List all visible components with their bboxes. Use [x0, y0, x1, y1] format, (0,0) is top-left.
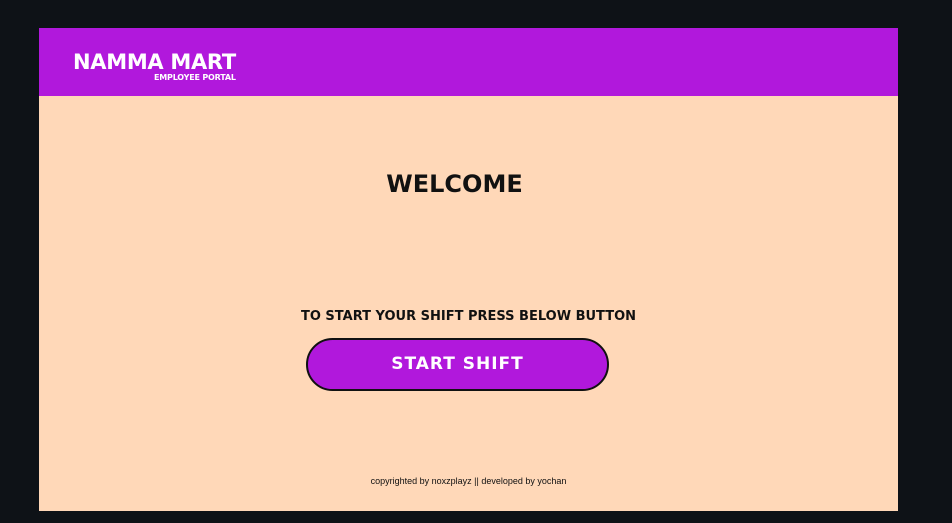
- footer-credits: copyrighted by noxzplayz || developed by…: [370, 476, 567, 486]
- brand-subtitle: EMPLOYEE PORTAL: [154, 73, 236, 82]
- portal-page: NAMMA MART EMPLOYEE PORTAL WELCOME TO ST…: [39, 28, 898, 511]
- brand-name: NAMMA MART: [73, 50, 236, 74]
- shift-instruction: TO START YOUR SHIFT PRESS BELOW BUTTON: [300, 309, 637, 324]
- header-bar: NAMMA MART EMPLOYEE PORTAL: [39, 28, 898, 96]
- start-shift-button[interactable]: START SHIFT: [306, 338, 609, 391]
- welcome-heading: WELCOME: [386, 170, 523, 198]
- brand-logo[interactable]: NAMMA MART EMPLOYEE PORTAL: [73, 50, 273, 86]
